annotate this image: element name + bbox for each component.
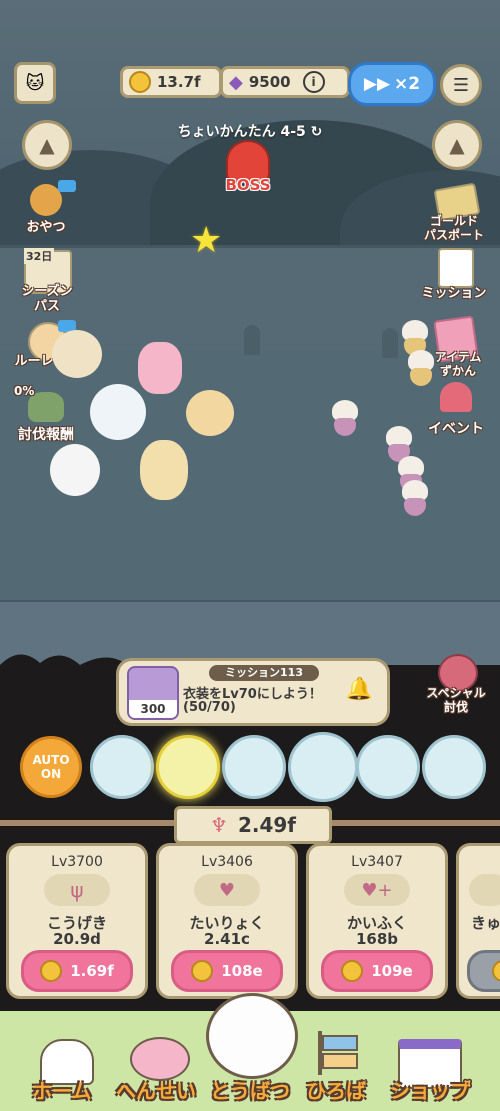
gold-coin-icon [341, 960, 364, 982]
character-slot-selected[interactable] [156, 735, 220, 799]
nav-battle[interactable]: とうばつ [210, 1075, 290, 1104]
player-character [140, 440, 188, 500]
character-slot[interactable] [288, 732, 358, 802]
cat-face-icon: 🐱 [25, 72, 45, 94]
speed-label: ×2 [394, 74, 421, 94]
upgrade-buy-button[interactable]: 108e [171, 950, 283, 992]
gem-reward-icon: 300 [127, 666, 179, 720]
subjugation-reward-button[interactable]: 0% 討伐報酬 [10, 384, 82, 444]
profile-button[interactable]: 🐱 [14, 62, 56, 104]
gem-counter[interactable]: ◆ 9500 i [220, 66, 350, 98]
player-character [90, 384, 146, 440]
stage-title: ちょいかんたん 4-5 ↻ [177, 124, 323, 140]
upgrade-card-recovery: Lv3407 ♥+ かいふく 168b 109e [306, 843, 448, 999]
mission-reward: 300 [129, 700, 177, 718]
nav-home[interactable]: ホーム [32, 1075, 91, 1104]
scroll-up-right-button[interactable]: ▲ [432, 120, 482, 170]
subjugation-percent: 0% [14, 384, 35, 398]
fast-forward-icon: ▶▶ [363, 74, 391, 94]
total-power-plate: ♆ 2.49f [174, 806, 332, 844]
special-subjugation-button[interactable]: スペシャル 討伐 [418, 652, 494, 720]
boss-label: BOSS [225, 176, 271, 194]
upgrade-value: 168b [355, 930, 399, 948]
gold-counter: 13.7f [120, 66, 222, 98]
upgrade-buy-button[interactable] [467, 950, 500, 992]
tent-icon [440, 382, 472, 412]
menu-button[interactable]: ☰ [440, 64, 482, 106]
signpost-icon[interactable] [318, 1031, 362, 1075]
speed-button[interactable]: ▶▶ ×2 [348, 62, 436, 106]
gold-pass-button[interactable]: ゴールド パスポート [418, 182, 490, 244]
upgrade-name: きゅ [471, 914, 500, 932]
enemy [406, 350, 436, 390]
star-icon[interactable]: ★ [190, 220, 222, 261]
upgrade-card-attack: Lv3700 ψ こうげき 20.9d 1.69f [6, 843, 148, 999]
player-character [52, 330, 102, 378]
refresh-icon[interactable]: ↻ [311, 124, 323, 140]
upgrade-icon [469, 874, 500, 906]
rock [244, 325, 260, 355]
gem-icon: ◆ [229, 71, 243, 93]
character-slot[interactable] [356, 735, 420, 799]
character-slot[interactable] [90, 735, 154, 799]
event-button[interactable]: イベント [420, 382, 492, 440]
info-icon[interactable]: i [302, 71, 325, 93]
gold-coin-icon [191, 960, 214, 982]
attack-icon: ψ [44, 874, 110, 906]
scroll-up-left-button[interactable]: ▲ [22, 120, 72, 170]
enemy [400, 480, 430, 520]
mission-progress: (50/70) [183, 700, 236, 715]
player-character [138, 342, 182, 394]
gold-amount: 13.7f [157, 73, 201, 91]
bell-icon: 🔔 [345, 677, 373, 702]
heart-plus-icon: ♥+ [344, 874, 410, 906]
nav-plaza[interactable]: ひろば [306, 1075, 366, 1104]
flame-slingshot-icon: ♆ [210, 813, 228, 837]
upgrade-level: Lv3407 [351, 854, 403, 870]
upgrade-level: Lv3406 [201, 854, 253, 870]
gem-amount: 9500 [248, 73, 291, 91]
upgrade-card-partial: きゅ [456, 843, 500, 999]
nav-formation[interactable]: へんせい [116, 1075, 196, 1104]
upgrade-value: 20.9d [53, 930, 101, 948]
upgrade-buy-button[interactable]: 109e [321, 950, 433, 992]
upgrade-value: 2.41c [204, 930, 250, 948]
auto-toggle-button[interactable]: AUTO ON [20, 736, 82, 798]
heart-icon: ♥ [194, 874, 260, 906]
character-slot[interactable] [222, 735, 286, 799]
mission-button[interactable]: ミッション [418, 248, 490, 302]
nav-shop[interactable]: ショップ [390, 1075, 470, 1104]
triangle-up-icon: ▲ [39, 133, 55, 157]
triangle-up-icon: ▲ [449, 133, 465, 157]
upgrade-buy-button[interactable]: 1.69f [21, 950, 133, 992]
battle-icon[interactable] [206, 993, 298, 1079]
mission-title: ミッション113 [209, 665, 319, 681]
enemy [330, 400, 360, 440]
character-slot[interactable] [422, 735, 486, 799]
gold-coin-icon [129, 71, 151, 93]
gold-coin-icon [40, 960, 63, 982]
season-pass-button[interactable]: 32日 シーズン パス [14, 246, 80, 316]
upgrade-level: Lv3700 [51, 854, 103, 870]
total-power-value: 2.49f [237, 813, 296, 837]
video-icon [58, 180, 76, 192]
player-character [50, 444, 100, 496]
player-character [186, 390, 234, 436]
gold-coin-icon [492, 960, 500, 982]
rock [382, 328, 398, 358]
mission-banner[interactable]: 300 ミッション113 衣装をLv70にしよう！ (50/70) 🔔 [116, 658, 390, 726]
oyatsu-button[interactable]: おやつ [18, 180, 76, 235]
bottom-nav: ホーム へんせい とうばつ ひろば ショップ [0, 993, 500, 1111]
menu-icon: ☰ [452, 74, 470, 96]
upgrade-card-health: Lv3406 ♥ たいりょく 2.41c 108e [156, 843, 298, 999]
season-days: 32日 [24, 248, 55, 264]
